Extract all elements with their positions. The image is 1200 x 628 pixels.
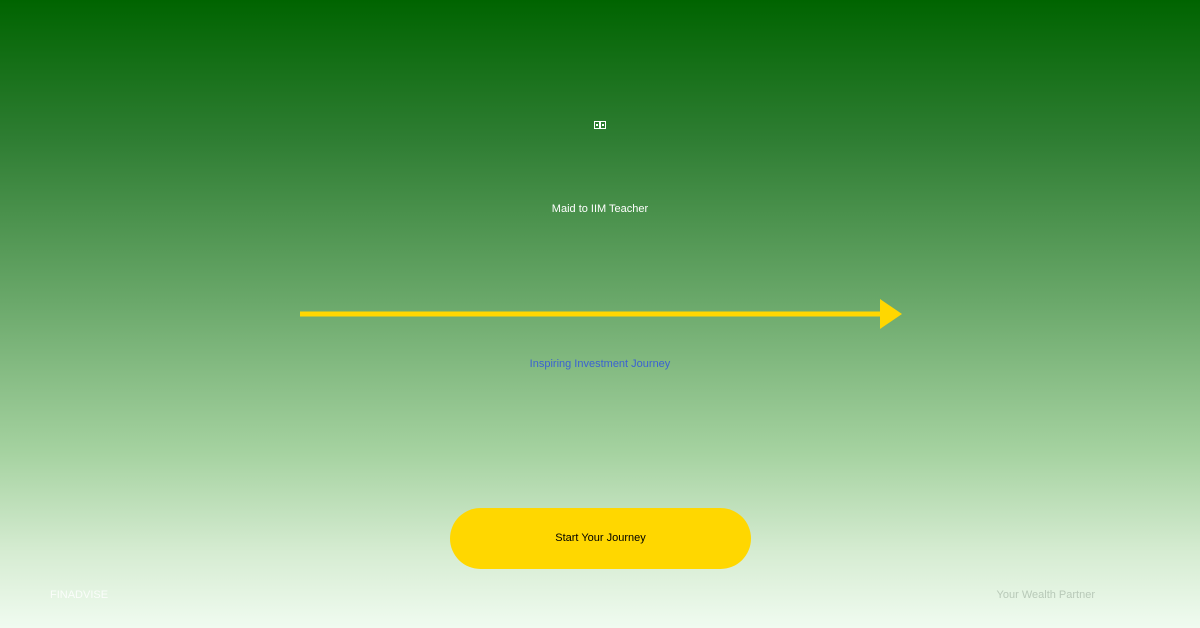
arrow-head-icon (880, 299, 902, 329)
brand-name: FINADVISE (50, 589, 109, 601)
hero-banner: Maid to IIM Teacher Inspiring Investment… (0, 0, 1200, 628)
money-icon (594, 120, 606, 130)
arrow-graphic (300, 298, 904, 330)
hero-headline: Maid to IIM Teacher (551, 203, 649, 215)
start-journey-button[interactable]: Start Your Journey (450, 508, 751, 569)
hero-subtitle: Inspiring Investment Journey (529, 358, 671, 370)
brand-tagline: Your Wealth Partner (996, 589, 1095, 601)
